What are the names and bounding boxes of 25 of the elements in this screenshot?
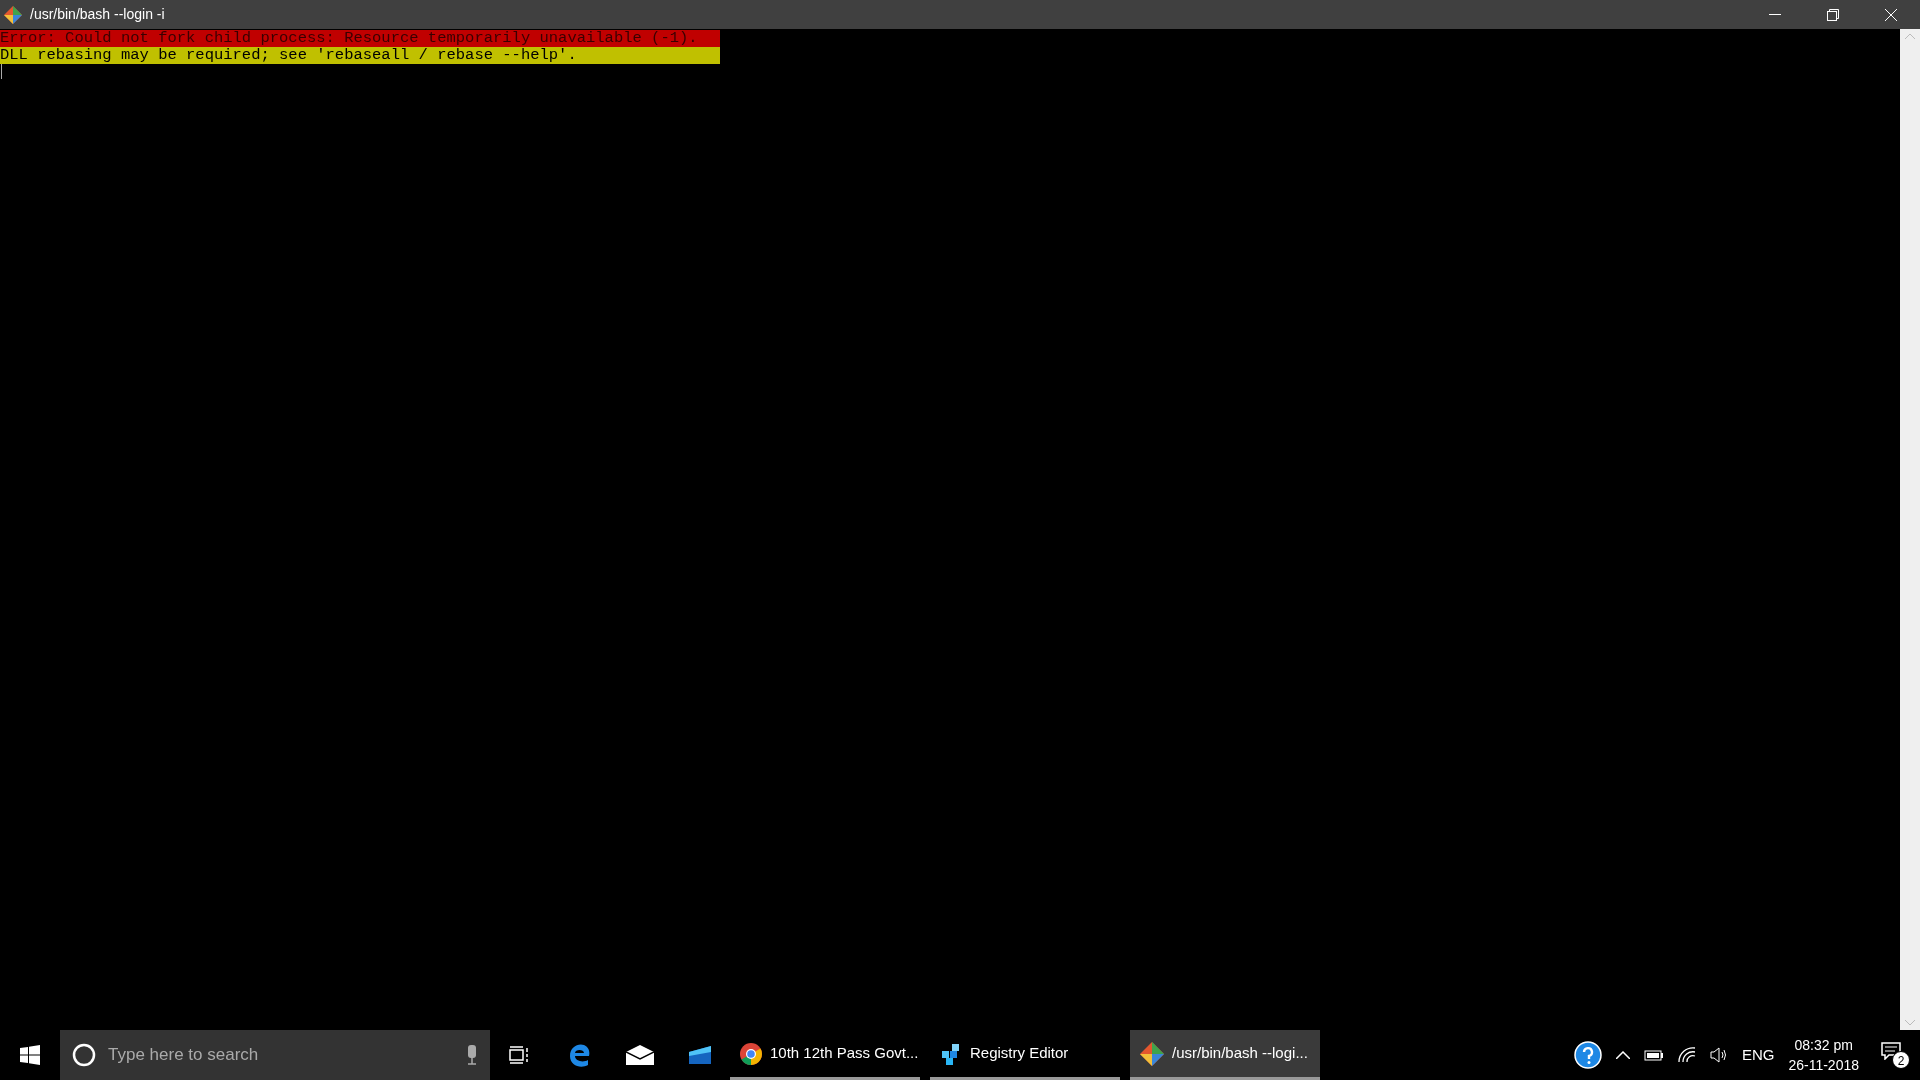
search-placeholder: Type here to search [108,1044,260,1067]
taskbar-button[interactable]: Registry Editor [930,1030,1120,1080]
clock[interactable]: 08:32 pm 26-11-2018 [1788,1035,1859,1075]
battery-icon[interactable] [1643,1049,1664,1061]
wifi-icon[interactable] [1677,1047,1696,1063]
close-icon [1885,8,1897,21]
language-indicator[interactable]: ENG [1741,1043,1775,1067]
app-icon [4,5,22,24]
minimize-icon [1769,13,1781,16]
speaker-icon[interactable] [1709,1047,1728,1063]
chevron-up-icon[interactable] [1615,1051,1630,1059]
microphone-icon[interactable] [466,1045,478,1065]
taskbar-button[interactable]: 10th 12th Pass Govt... [730,1030,920,1080]
cubes-icon [940,1042,962,1065]
diamond-icon [1140,1041,1164,1066]
restore-icon [1827,8,1839,21]
text-cursor [1,64,2,79]
chrome-icon [740,1042,762,1065]
window-title: /usr/bin/bash --login -i [30,5,165,24]
windows-logo-icon [20,1045,40,1065]
search-field[interactable]: Type here to search [60,1030,490,1080]
search-icon [72,1043,96,1067]
help-icon[interactable] [1573,1041,1602,1069]
notification-count: 2 [1892,1050,1910,1069]
taskbar-button[interactable]: /usr/bin/bash --logi... [1130,1030,1320,1080]
